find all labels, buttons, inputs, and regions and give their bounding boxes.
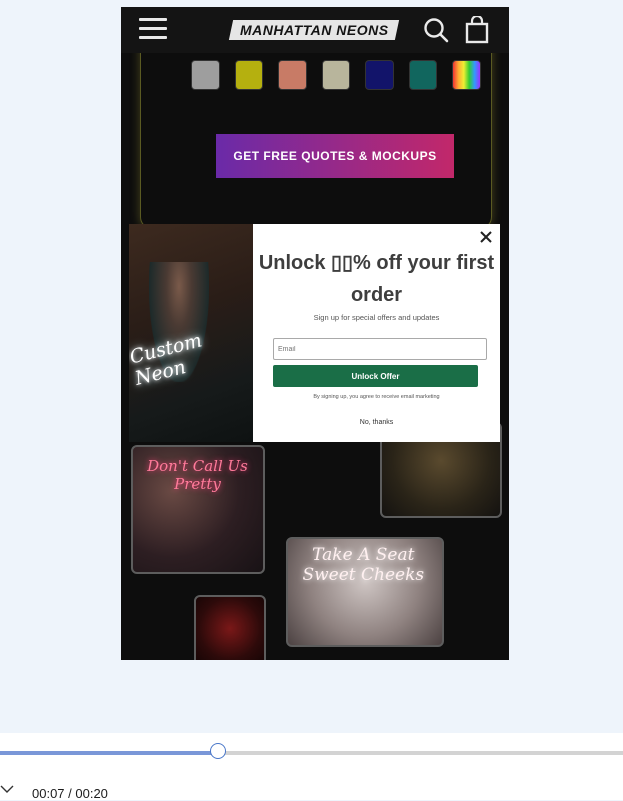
site-header: MANHATTAN NEONS [121, 7, 509, 53]
gallery-neon-text: Take A Seat Sweet Cheeks [302, 545, 425, 585]
color-swatch[interactable] [234, 60, 264, 90]
menu-icon[interactable] [139, 18, 167, 40]
no-thanks-link[interactable]: No, thanks [253, 419, 500, 426]
color-swatch-row [191, 60, 482, 90]
mobile-page: GET FREE QUOTES & MOCKUPS Don't Call Us … [121, 7, 509, 660]
discount-popup: Custom Neon Unlock ▯▯% off your first or… [129, 224, 500, 442]
color-swatch[interactable] [408, 60, 438, 90]
video-progress-fill [0, 751, 219, 755]
video-scrubber-handle[interactable] [210, 743, 227, 759]
cart-icon[interactable] [464, 16, 490, 44]
close-icon[interactable] [478, 229, 494, 245]
color-swatch[interactable] [452, 60, 482, 90]
color-swatch[interactable] [278, 60, 307, 90]
popup-image: Custom Neon [129, 224, 253, 442]
popup-title: Unlock ▯▯% off your first order [258, 252, 495, 306]
video-time-readout: 00:07 / 00:20 [32, 786, 108, 801]
gallery-photo-take-a-seat[interactable]: Take A Seat Sweet Cheeks [286, 537, 444, 647]
gallery-photo-cloud[interactable] [194, 595, 266, 660]
popup-content: Unlock ▯▯% off your first order Sign up … [253, 224, 500, 442]
site-logo[interactable]: MANHATTAN NEONS [228, 20, 400, 40]
get-quotes-button[interactable]: GET FREE QUOTES & MOCKUPS [216, 134, 454, 178]
color-swatch[interactable] [321, 60, 351, 90]
logo-text: MANHATTAN NEONS [239, 22, 389, 38]
email-field[interactable] [273, 338, 487, 360]
chevron-down-icon[interactable] [0, 784, 14, 794]
gallery-photo-dont-call-us-pretty[interactable]: Don't Call Us Pretty [131, 445, 265, 574]
color-swatch[interactable] [191, 60, 220, 90]
gallery-neon-text: Don't Call Us Pretty [147, 457, 248, 493]
search-icon[interactable] [423, 17, 449, 43]
unlock-offer-button[interactable]: Unlock Offer [273, 365, 478, 387]
color-swatch[interactable] [365, 60, 394, 90]
popup-subtitle: Sign up for special offers and updates [313, 313, 440, 322]
popup-legal-text: By signing up, you agree to receive emai… [313, 394, 440, 400]
